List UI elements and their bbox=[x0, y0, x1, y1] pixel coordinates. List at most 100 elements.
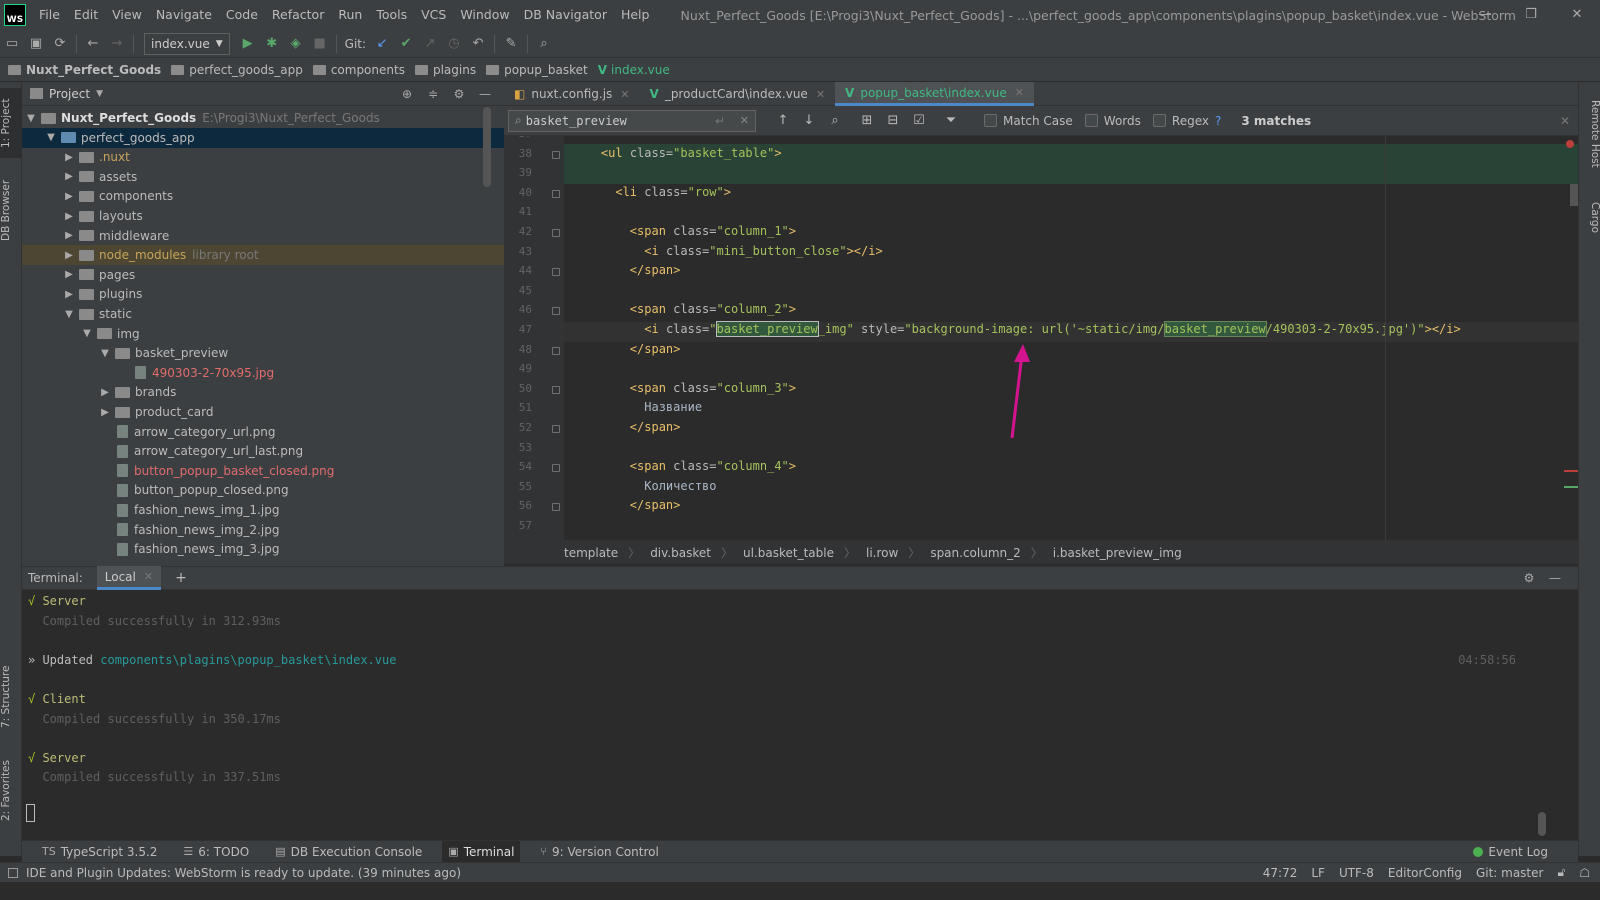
git-commit-icon[interactable]: ✔ bbox=[394, 36, 418, 51]
tree-item[interactable]: ▶ assets bbox=[22, 167, 504, 187]
tree-item[interactable]: ▶ .nuxt bbox=[22, 147, 504, 167]
menu-item-tools[interactable]: Tools bbox=[369, 0, 414, 30]
error-marker[interactable] bbox=[1564, 470, 1578, 472]
editor-breadcrumb-item[interactable]: li.row bbox=[866, 546, 898, 560]
tree-item[interactable]: ▶ middleware bbox=[22, 226, 504, 246]
search-input[interactable] bbox=[525, 113, 696, 128]
chevron-right-icon[interactable]: ▶ bbox=[62, 191, 76, 202]
breadcrumb-item[interactable]: perfect_goods_app bbox=[171, 63, 303, 77]
chevron-down-icon[interactable]: ▼ bbox=[62, 309, 76, 320]
error-icon[interactable] bbox=[1566, 140, 1574, 148]
editor-breadcrumb-item[interactable]: i.basket_preview_img bbox=[1053, 546, 1182, 560]
close-icon[interactable]: ✕ bbox=[1560, 114, 1570, 128]
chevron-right-icon[interactable]: ▶ bbox=[98, 407, 112, 418]
editor-tab[interactable]: ◧ nuxt.config.js ✕ bbox=[504, 82, 640, 106]
tool-tab[interactable]: TS TypeScript 3.5.2 bbox=[36, 841, 163, 863]
code-editor[interactable]: 37 38 39 40 41 42 43 44 45 46 47 48 49 50 51 52 53 54 55 56… bbox=[504, 136, 1578, 540]
menu-item-vcs[interactable]: VCS bbox=[414, 0, 453, 30]
editor-breadcrumb-item[interactable]: div.basket bbox=[650, 546, 711, 560]
add-terminal-icon[interactable]: + bbox=[175, 570, 187, 586]
tree-item[interactable]: ▶ product_card bbox=[22, 402, 504, 422]
menu-item-help[interactable]: Help bbox=[614, 0, 657, 30]
tree-item[interactable]: arrow_category_url.png bbox=[22, 422, 504, 442]
file-encoding[interactable]: UTF-8 bbox=[1339, 866, 1374, 880]
breadcrumb-item[interactable]: components bbox=[312, 63, 405, 77]
select-all-occurrences-icon[interactable]: ☑ bbox=[906, 113, 932, 128]
breadcrumb-item[interactable]: plagins bbox=[414, 63, 476, 77]
tree-item[interactable]: button_popup_basket_closed.png bbox=[22, 461, 504, 481]
collapse-all-icon[interactable]: ≑ bbox=[420, 82, 446, 106]
breadcrumb-item[interactable]: popup_basket bbox=[486, 63, 588, 77]
chevron-down-icon[interactable]: ▼ bbox=[96, 89, 103, 99]
tab-remote-host[interactable]: Remote Host bbox=[1579, 92, 1600, 176]
tree-item[interactable]: ▼ static bbox=[22, 304, 504, 324]
tree-item[interactable]: ▶ brands bbox=[22, 382, 504, 402]
search-icon[interactable]: ⌕ bbox=[532, 36, 556, 51]
tree-item[interactable]: ▼ perfect_goods_app bbox=[22, 127, 504, 148]
chevron-down-icon[interactable]: ▼ bbox=[98, 348, 112, 359]
menu-item-navigate[interactable]: Navigate bbox=[149, 0, 219, 30]
tree-root[interactable]: ▼ Nuxt_Perfect_Goods E:\Progi3\Nuxt_Perf… bbox=[22, 108, 504, 128]
tool-tab[interactable]: ☰ 6: TODO bbox=[177, 841, 255, 863]
back-icon[interactable]: ← bbox=[81, 36, 105, 51]
fold-marker-icon[interactable] bbox=[552, 307, 560, 316]
menu-item-code[interactable]: Code bbox=[219, 0, 265, 30]
tab-db-browser[interactable]: DB Browser bbox=[0, 174, 22, 246]
chevron-right-icon[interactable]: ▶ bbox=[62, 269, 76, 280]
coverage-icon[interactable]: ◈ bbox=[284, 36, 308, 51]
fold-marker-icon[interactable] bbox=[552, 229, 560, 237]
run-config-select[interactable]: index.vue ▼ bbox=[144, 32, 230, 55]
save-all-icon[interactable]: ▣ bbox=[24, 36, 48, 51]
run-icon[interactable]: ▶ bbox=[236, 36, 260, 51]
search-input-box[interactable]: ⌕ ↵ ✕ bbox=[508, 109, 756, 132]
tree-item[interactable]: ▶ components bbox=[22, 186, 504, 206]
tab-favorites[interactable]: 2: Favorites bbox=[0, 754, 22, 828]
status-message[interactable]: IDE and Plugin Updates: WebStorm is read… bbox=[26, 866, 461, 880]
gear-icon[interactable]: ⚙ bbox=[446, 82, 472, 106]
fold-marker-icon[interactable] bbox=[552, 503, 560, 512]
chevron-right-icon[interactable]: ▶ bbox=[62, 250, 76, 261]
tool-tab[interactable]: ▣ Terminal bbox=[442, 840, 521, 863]
git-push-icon[interactable]: ↗ bbox=[418, 36, 442, 51]
editor-tab[interactable]: Vpopup_basket\index.vue ✕ bbox=[835, 82, 1034, 106]
terminal-tab-local[interactable]: Local ✕ bbox=[96, 566, 162, 590]
tree-item[interactable]: fashion_news_img_1.jpg bbox=[22, 500, 504, 520]
lock-icon[interactable]: 🔓︎ bbox=[1557, 865, 1565, 880]
minimize-icon[interactable]: — bbox=[1462, 0, 1508, 30]
clear-icon[interactable]: ✕ bbox=[740, 114, 749, 127]
previous-match-icon[interactable]: ↑ bbox=[770, 113, 796, 128]
tree-item[interactable]: ▶ plugins bbox=[22, 284, 504, 304]
caret-position[interactable]: 47:72 bbox=[1263, 866, 1298, 880]
breadcrumb-item[interactable]: Vindex.vue bbox=[598, 63, 670, 77]
chevron-down-icon[interactable]: ▼ bbox=[80, 328, 94, 339]
hide-icon[interactable]: — bbox=[1542, 571, 1568, 585]
close-icon[interactable]: ✕ bbox=[816, 88, 825, 101]
tree-item[interactable]: 490303-2-70x95.jpg bbox=[22, 363, 504, 383]
tree-item[interactable]: ▶ node_modules library root bbox=[22, 245, 504, 266]
locate-icon[interactable]: ⊕ bbox=[394, 82, 420, 106]
menu-item-file[interactable]: File bbox=[32, 0, 67, 30]
tree-item[interactable]: ▼ img bbox=[22, 324, 504, 344]
terminal-scrollbar[interactable] bbox=[1538, 812, 1546, 836]
chevron-down-icon[interactable]: ▼ bbox=[44, 132, 58, 143]
tree-item[interactable]: ▶ pages bbox=[22, 265, 504, 285]
editor-breadcrumb-item[interactable]: span.column_2 bbox=[930, 546, 1020, 560]
tree-item[interactable]: ▼ basket_preview bbox=[22, 343, 504, 363]
fold-marker-icon[interactable] bbox=[552, 385, 560, 394]
tool-windows-icon[interactable] bbox=[8, 867, 18, 878]
hide-icon[interactable]: — bbox=[472, 82, 498, 106]
words-checkbox[interactable]: Words bbox=[1084, 114, 1141, 128]
line-separator[interactable]: LF bbox=[1311, 866, 1325, 880]
terminal-output[interactable]: √ Server Compiled successfully in 312.93… bbox=[22, 590, 1578, 840]
regex-checkbox[interactable]: Regex? bbox=[1152, 114, 1221, 128]
tree-item[interactable]: fashion_news_img_3.jpg bbox=[22, 539, 504, 559]
settings-wrench-icon[interactable]: ✎ bbox=[499, 36, 523, 51]
fold-marker-icon[interactable] bbox=[552, 268, 560, 277]
notifications-icon[interactable]: ☖ bbox=[1579, 866, 1590, 880]
chevron-right-icon[interactable]: ▶ bbox=[98, 387, 112, 398]
forward-icon[interactable]: → bbox=[105, 36, 129, 51]
chevron-down-icon[interactable]: ▼ bbox=[24, 113, 38, 124]
remove-occurrence-icon[interactable]: ⊟ bbox=[880, 113, 906, 128]
project-panel-title[interactable]: Project bbox=[49, 87, 90, 101]
menu-item-refactor[interactable]: Refactor bbox=[265, 0, 331, 30]
